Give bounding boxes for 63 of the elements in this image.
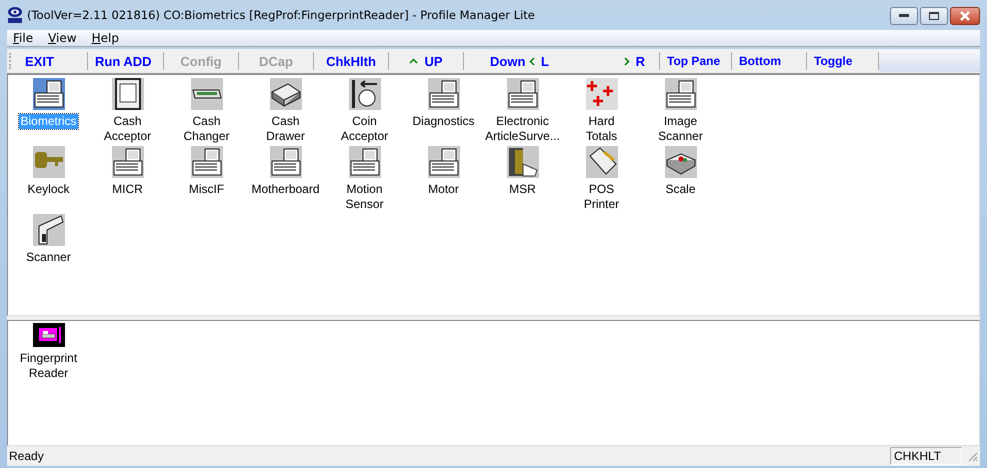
toolbar-button[interactable]: EXIT (18, 52, 88, 70)
pos-terminal-icon (506, 78, 538, 110)
device-label[interactable]: POS Printer (582, 182, 620, 212)
minimize-icon (899, 14, 909, 18)
device-label[interactable]: MICR (111, 182, 144, 197)
window-title: (ToolVer=2.11 021816) CO:Biometrics [RegProf:FingerprintReader] - Profile Manager Lite (27, 8, 536, 22)
close-button[interactable] (950, 7, 980, 25)
toolbar-button[interactable]: Top Pane (660, 52, 732, 70)
toolbar-button[interactable]: UP (389, 52, 464, 70)
device-label[interactable]: Hard Totals (584, 114, 618, 144)
device-label[interactable]: Keylock (26, 182, 71, 197)
device-label[interactable]: Cash Drawer (265, 114, 306, 144)
pos-terminal-icon (190, 146, 222, 178)
device-label[interactable]: Scale (664, 182, 697, 197)
menu-item[interactable]: Help (92, 31, 129, 45)
menu-item[interactable]: View (48, 31, 87, 45)
pos-terminal-icon (428, 78, 460, 110)
circuit-board-icon (190, 78, 222, 110)
pos-terminal-icon (32, 78, 64, 110)
toolbar-button[interactable]: R (570, 52, 660, 70)
menu-item[interactable]: File (13, 31, 44, 45)
device-label[interactable]: Cash Changer (182, 114, 231, 144)
printer-icon (586, 146, 618, 178)
device-label[interactable]: Cash Acceptor (102, 114, 152, 144)
coin-slot-icon (348, 78, 380, 110)
status-panel: CHKHLT (890, 447, 962, 465)
device-label[interactable]: Electronic ArticleSurve... (484, 114, 561, 144)
resize-grip-icon[interactable] (966, 450, 978, 462)
device-label[interactable]: Image Scanner (657, 114, 704, 144)
device-label[interactable]: Motion Sensor (344, 182, 384, 212)
pos-terminal-icon (664, 78, 696, 110)
maximize-button[interactable] (920, 7, 948, 25)
chevron-right-icon (624, 56, 630, 66)
chevron-up-icon (409, 58, 418, 64)
pos-terminal-icon (270, 146, 302, 178)
cash-drawer-icon (270, 78, 302, 110)
chevron-left-icon (529, 56, 535, 66)
device-label[interactable]: MiscIF (188, 182, 226, 197)
minimize-button[interactable] (890, 7, 918, 25)
device-label[interactable]: Motherboard (250, 182, 321, 197)
pos-terminal-icon (348, 146, 380, 178)
card-reader-icon (506, 146, 538, 178)
close-icon (959, 11, 971, 21)
fingerprint-reader-icon (32, 323, 64, 347)
device-label[interactable]: Coin Acceptor (340, 114, 390, 144)
device-label[interactable]: Scanner (25, 250, 72, 265)
pos-terminal-icon (112, 146, 144, 178)
maximize-icon (929, 12, 939, 20)
scale-icon (664, 146, 696, 178)
app-logo-icon (7, 6, 23, 24)
scanner-icon (32, 214, 64, 246)
device-label[interactable]: Fingerprint Reader (18, 351, 78, 381)
device-label[interactable]: Motor (427, 182, 460, 197)
toolbar-button[interactable]: Bottom (732, 52, 807, 70)
status-text: Ready (9, 449, 45, 463)
device-label[interactable]: Diagnostics (411, 114, 476, 129)
banknote-icon (112, 78, 144, 110)
pos-terminal-icon (428, 146, 460, 178)
toolbar-button[interactable]: ChkHlth (314, 52, 389, 70)
crosses-icon (586, 78, 618, 110)
toolbar-button[interactable]: Run ADD (88, 52, 164, 70)
key-icon (32, 146, 64, 178)
device-label[interactable]: MSR (508, 182, 537, 197)
